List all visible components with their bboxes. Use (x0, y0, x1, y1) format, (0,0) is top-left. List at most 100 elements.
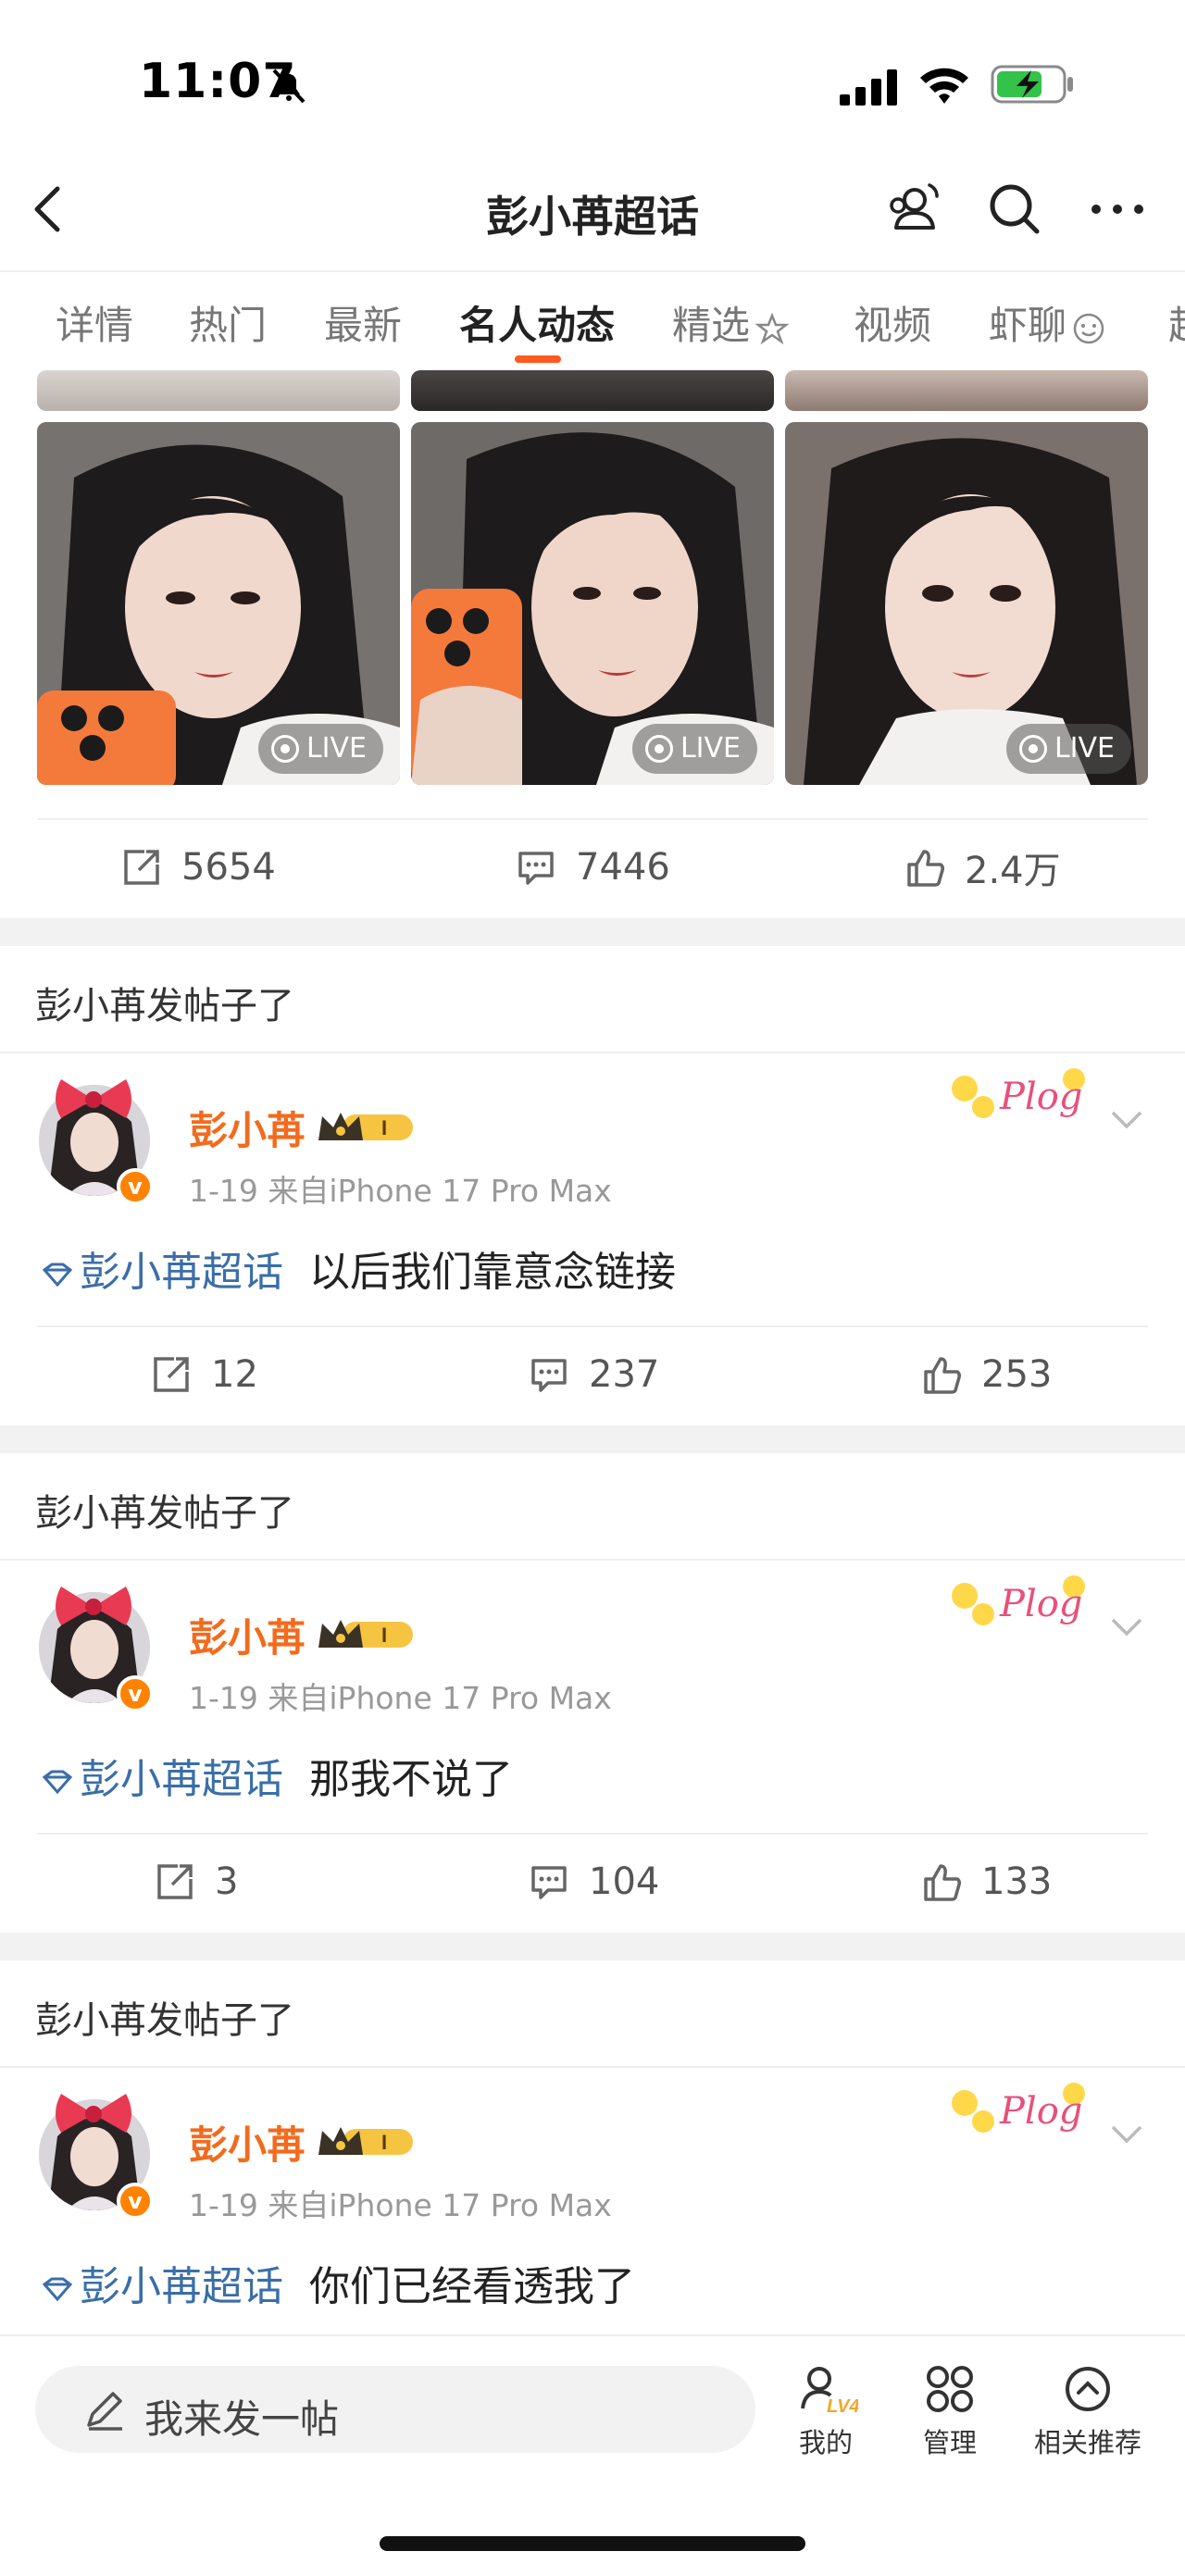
topic-label: 彭小苒超话 (80, 2263, 283, 2310)
plog-sticker-icon: Plog (952, 2083, 1085, 2133)
crown-level-badge-icon: I (318, 1620, 413, 1648)
repost-button[interactable]: 3 (154, 1831, 238, 1933)
bow-icon (56, 1587, 131, 1625)
photo-cell[interactable]: LIVE (411, 422, 774, 785)
photo-cell[interactable] (411, 370, 774, 411)
like-count: 253 (981, 1353, 1053, 1396)
repost-icon (154, 1357, 189, 1392)
plog-text: Plog (999, 1076, 1082, 1118)
post-meta: 1-19 来自iPhone 17 Pro Max (189, 1173, 612, 1209)
photo-cell[interactable] (785, 370, 1148, 411)
post-meta: 1-19 来自iPhone 17 Pro Max (189, 2187, 612, 2223)
post-text: 以后我们靠意念链接 (308, 1249, 676, 1296)
compose-placeholder: 我来发一帖 (144, 2396, 340, 2442)
live-label: LIVE (1054, 732, 1115, 765)
user-level-icon: LV4 (801, 2367, 858, 2416)
live-label: LIVE (306, 732, 367, 765)
cellular-signal-icon (840, 69, 897, 106)
tab-featured-label: 精选 (672, 303, 751, 348)
post-content: 彭小苒超话 你们已经看透我了 (39, 2253, 635, 2312)
live-icon (1018, 735, 1047, 763)
comment-button[interactable]: 237 (528, 1324, 659, 1425)
lv-badge-text: LV4 (827, 2396, 858, 2416)
level-number: I (381, 1116, 387, 1139)
author-name[interactable]: 彭小苒 (189, 2114, 306, 2171)
topic-link[interactable]: 彭小苒超话 (39, 2263, 283, 2310)
post-actions: 12 237 253 (0, 1324, 1185, 1425)
thumbs-up-icon (924, 1864, 961, 1901)
plog-text: Plog (999, 2090, 1082, 2133)
comment-icon (531, 1359, 567, 1392)
search-icon[interactable] (981, 176, 1046, 241)
tab-video[interactable]: 视频 (854, 294, 931, 351)
topic-link[interactable]: 彭小苒超话 (39, 1756, 283, 1803)
home-indicator (380, 2536, 805, 2551)
topic-label: 彭小苒超话 (80, 1756, 283, 1803)
comment-count: 7446 (576, 846, 670, 889)
repost-count: 5654 (181, 846, 276, 889)
level-number: I (381, 2131, 387, 2154)
comment-count: 237 (589, 1353, 660, 1396)
section-gap (0, 1933, 1185, 1960)
tab-featured[interactable]: 精选 (672, 294, 791, 351)
like-count: 133 (981, 1860, 1053, 1903)
level-number: I (381, 1624, 387, 1647)
author-name[interactable]: 彭小苒 (189, 1100, 306, 1156)
nav-my[interactable]: LV4 我的 (789, 2362, 863, 2460)
verified-badge: v (117, 1675, 154, 1712)
tab-hot[interactable]: 热门 (189, 294, 267, 351)
like-button[interactable]: 2.4万 (904, 816, 1061, 918)
crown-level-badge-icon: I (318, 2127, 413, 2155)
like-button[interactable]: 253 (920, 1324, 1052, 1425)
tab-bar: 详情 热门 最新 名人动态 精选 视频 虾聊 超 (0, 272, 1185, 365)
chevron-down-icon[interactable] (1109, 1109, 1144, 1131)
chevron-down-icon[interactable] (1109, 1616, 1144, 1638)
tab-details[interactable]: 详情 (56, 294, 133, 351)
nav-manage-label: 管理 (922, 2427, 977, 2458)
thumbs-up-icon (907, 850, 944, 887)
topic-link[interactable]: 彭小苒超话 (39, 1249, 283, 1296)
live-photo-badge: LIVE (631, 724, 757, 774)
diamond-icon (42, 1263, 73, 1288)
photo-cell[interactable] (37, 370, 400, 411)
comment-button[interactable]: 104 (528, 1831, 659, 1933)
bow-icon (56, 2094, 131, 2133)
live-photo-badge: LIVE (257, 724, 383, 774)
members-icon[interactable] (879, 176, 944, 241)
post-actions: 5654 7446 2.4万 (0, 816, 1185, 918)
tab-celebrity-updates[interactable]: 名人动态 (459, 294, 615, 351)
star-hand-icon (755, 312, 790, 344)
more-icon[interactable] (1085, 176, 1150, 241)
post-content: 彭小苒超话 以后我们靠意念链接 (39, 1238, 676, 1298)
plog-sticker-icon: Plog (952, 1068, 1085, 1118)
verified-badge: v (117, 2183, 154, 2220)
like-button[interactable]: 133 (920, 1831, 1052, 1933)
tab-more-partial[interactable]: 超 (1168, 294, 1185, 351)
thumbs-up-icon (924, 1357, 961, 1394)
section-heading: 彭小苒发帖子了 (35, 1999, 294, 2042)
comment-button[interactable]: 7446 (515, 816, 670, 918)
repost-button[interactable]: 12 (150, 1324, 258, 1425)
like-count: 2.4万 (965, 850, 1061, 892)
repost-icon (124, 850, 159, 885)
battery-charging-icon (991, 65, 1073, 104)
repost-button[interactable]: 5654 (120, 816, 276, 918)
post-actions: 3 104 133 (0, 1831, 1185, 1933)
nav-recommend-label: 相关推荐 (1033, 2427, 1141, 2458)
chevron-down-icon[interactable] (1109, 2123, 1144, 2146)
tab-chat[interactable]: 虾聊 (989, 294, 1107, 351)
comment-count: 104 (589, 1860, 660, 1903)
author-name[interactable]: 彭小苒 (189, 1607, 306, 1663)
photo-cell[interactable]: LIVE (785, 422, 1148, 785)
tab-latest[interactable]: 最新 (324, 294, 402, 351)
nav-recommend[interactable]: 相关推荐 (1028, 2362, 1148, 2460)
post-content: 彭小苒超话 那我不说了 (39, 1746, 513, 1805)
repost-count: 3 (215, 1860, 239, 1903)
photo-cell[interactable]: LIVE (37, 422, 400, 785)
compose-input[interactable] (35, 2366, 755, 2453)
section-heading: 彭小苒发帖子了 (35, 985, 294, 1027)
post-text: 那我不说了 (308, 1756, 513, 1803)
nav-manage[interactable]: 管理 (913, 2362, 987, 2460)
photo (37, 370, 400, 411)
nav-my-label: 我的 (798, 2427, 853, 2458)
